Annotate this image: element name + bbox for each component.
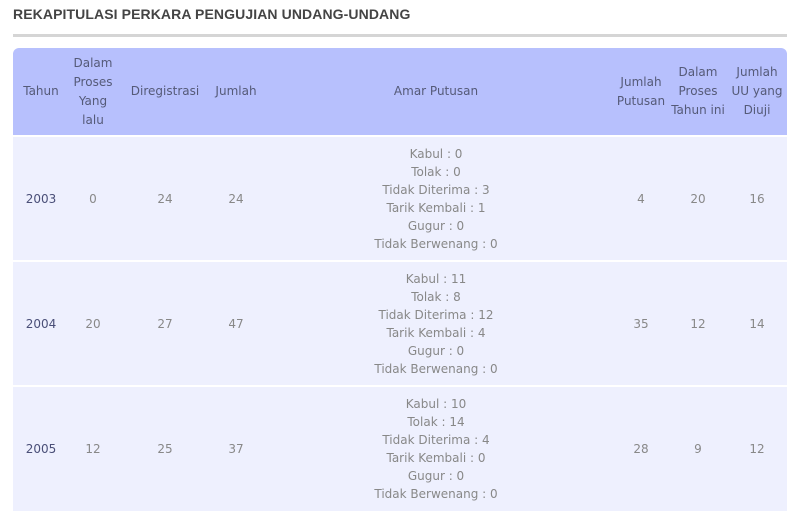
cell-diregistrasi: 27 — [117, 260, 213, 386]
amar-tolak: Tolak : 14 — [407, 415, 465, 429]
cell-tahun: 2004 — [13, 260, 69, 386]
header-jumlah-uu: Jumlah UU yang Diuji — [727, 48, 787, 136]
amar-kabul: Kabul : 10 — [405, 397, 467, 411]
cell-dalam-proses-ini: 12 — [669, 260, 727, 386]
cell-dalam-proses-ini: 9 — [669, 385, 727, 511]
amar-tolak: Tolak : 8 — [411, 289, 461, 304]
cell-jumlah: 47 — [213, 260, 259, 386]
cell-tahun: 2005 — [13, 385, 69, 511]
header-dalam-proses-ini: Dalam Proses Tahun ini — [669, 48, 727, 136]
cell-jumlah-putusan: 28 — [613, 385, 669, 511]
amar-gugur: Gugur : 0 — [407, 469, 465, 483]
amar-kabul: Kabul : 0 — [409, 146, 463, 161]
amar-tarik-kembali: Tarik Kembali : 4 — [386, 325, 486, 340]
header-diregistrasi: Diregistrasi — [117, 48, 213, 136]
cell-jumlah: 37 — [213, 385, 259, 511]
table-row: 2004 20 27 47 Kabul : 11 Tolak : 8 Tidak… — [13, 260, 787, 386]
amar-tidak-diterima: Tidak Diterima : 4 — [382, 433, 490, 447]
cell-dalam-proses-lalu: 20 — [69, 260, 117, 386]
cell-jumlah-putusan: 35 — [613, 260, 669, 386]
cell-dalam-proses-lalu: 12 — [69, 385, 117, 511]
title-divider — [13, 34, 787, 37]
cell-diregistrasi: 24 — [117, 135, 213, 261]
amar-tarik-kembali: Tarik Kembali : 1 — [386, 200, 486, 215]
amar-gugur: Gugur : 0 — [407, 343, 465, 358]
cell-jumlah-uu: 14 — [727, 260, 787, 386]
amar-tidak-berwenang: Tidak Berwenang : 0 — [374, 236, 498, 251]
amar-tarik-kembali: Tarik Kembali : 0 — [386, 451, 486, 465]
amar-tidak-diterima: Tidak Diterima : 12 — [378, 307, 494, 322]
table-row: 2005 12 25 37 Kabul : 10 Tolak : 14 Tida… — [13, 385, 787, 511]
cell-jumlah-uu: 16 — [727, 135, 787, 261]
header-amar-putusan: Amar Putusan — [259, 48, 613, 136]
amar-gugur: Gugur : 0 — [407, 218, 465, 233]
cell-tahun: 2003 — [13, 135, 69, 261]
cell-dalam-proses-lalu: 0 — [69, 135, 117, 261]
cell-amar-putusan: Kabul : 11 Tolak : 8 Tidak Diterima : 12… — [259, 260, 613, 386]
cell-diregistrasi: 25 — [117, 385, 213, 511]
header-tahun: Tahun — [13, 48, 69, 136]
recap-table: Tahun Dalam Proses Yang lalu Diregistras… — [13, 48, 787, 511]
cell-jumlah: 24 — [213, 135, 259, 261]
header-dalam-proses-lalu: Dalam Proses Yang lalu — [69, 48, 117, 136]
table-header-row: Tahun Dalam Proses Yang lalu Diregistras… — [13, 48, 787, 136]
amar-tolak: Tolak : 0 — [411, 164, 461, 179]
cell-jumlah-uu: 12 — [727, 385, 787, 511]
header-jumlah-putusan: Jumlah Putusan — [613, 48, 669, 136]
table-row: 2003 0 24 24 Kabul : 0 Tolak : 0 Tidak D… — [13, 135, 787, 261]
header-jumlah: Jumlah — [213, 48, 259, 136]
cell-dalam-proses-ini: 20 — [669, 135, 727, 261]
cell-amar-putusan: Kabul : 0 Tolak : 0 Tidak Diterima : 3 T… — [259, 135, 613, 261]
cell-amar-putusan: Kabul : 10 Tolak : 14 Tidak Diterima : 4… — [259, 385, 613, 511]
page-title: REKAPITULASI PERKARA PENGUJIAN UNDANG-UN… — [13, 6, 411, 22]
amar-tidak-berwenang: Tidak Berwenang : 0 — [374, 487, 498, 501]
amar-tidak-berwenang: Tidak Berwenang : 0 — [374, 361, 498, 376]
cell-jumlah-putusan: 4 — [613, 135, 669, 261]
amar-kabul: Kabul : 11 — [405, 271, 467, 286]
amar-tidak-diterima: Tidak Diterima : 3 — [382, 182, 490, 197]
